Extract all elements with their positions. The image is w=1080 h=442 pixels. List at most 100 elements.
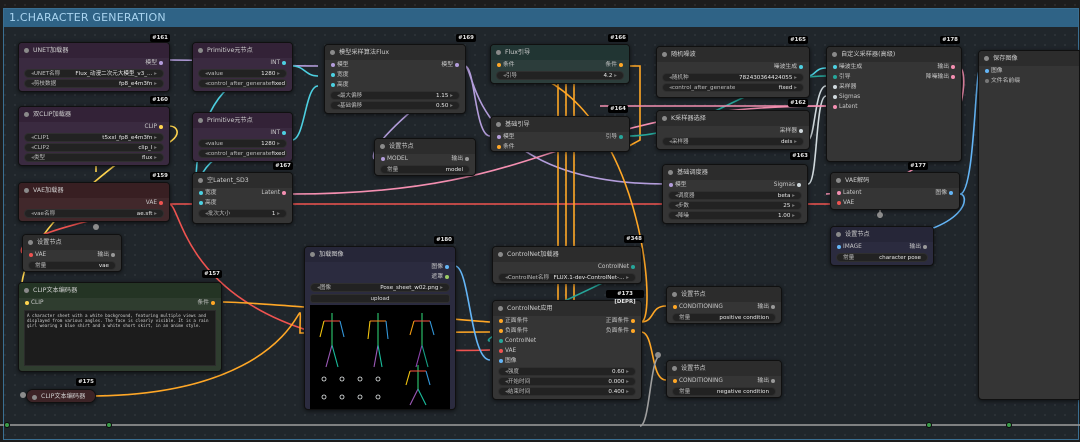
widget-weight-dtype[interactable]: 剪枝数据fp8_e4m3fn <box>24 79 164 88</box>
output-noise[interactable]: 噪波生成 <box>774 62 804 72</box>
node-title[interactable]: ControlNet加载器 <box>493 247 641 262</box>
widget-constant[interactable]: 常量 positive condition <box>672 313 776 322</box>
node-title[interactable]: CLIP文本编码器 <box>19 283 221 298</box>
output-conditioning[interactable]: 条件 <box>605 60 623 70</box>
output-latent[interactable]: Latent <box>261 188 286 198</box>
reroute-green-dot[interactable] <box>926 422 932 428</box>
node-title[interactable]: 设置节点 <box>375 139 475 154</box>
node-title[interactable]: 基础调度器 <box>663 165 807 180</box>
node-title[interactable]: 设置节点 <box>667 361 781 376</box>
widget-sampler-name[interactable]: 采样器deis <box>662 137 804 146</box>
input-width[interactable]: 宽度 <box>331 70 349 80</box>
input-images[interactable]: 图像 <box>985 66 1003 76</box>
input-conditioning[interactable]: CONDITIONING <box>673 376 723 386</box>
node-basic-guider[interactable]: 基础引导 模型 引导 条件 <box>490 116 630 152</box>
node-set-model[interactable]: 设置节点 MODEL 输出 常量 model <box>374 138 476 176</box>
reroute-green-dot[interactable] <box>4 422 10 428</box>
widget-control-after-generate[interactable]: control_after_generatefixed <box>198 149 287 158</box>
node-title[interactable]: 设置节点 <box>23 235 121 250</box>
node-empty-latent-sd3[interactable]: 空Latent_SD3 宽度 Latent 高度 批次大小1 <box>192 172 293 224</box>
widget-noise-seed[interactable]: 随机种782430364424055 <box>662 73 804 82</box>
widget-controlnet-name[interactable]: ControlNet名称FLUX.1-dev-ControlNet-... <box>498 273 636 282</box>
widget-guidance[interactable]: 引导4.2 <box>496 71 624 80</box>
input-vae[interactable]: VAE <box>29 250 46 260</box>
output-sigmas[interactable]: Sigmas <box>774 180 802 190</box>
node-vae-loader[interactable]: VAE加载器 VAE vae名称ae.sft <box>18 182 170 222</box>
node-title[interactable]: Flux引导 <box>491 45 629 60</box>
widget-denoise[interactable]: 降噪1.00 <box>668 211 802 220</box>
node-title[interactable]: K采样器选择 <box>657 111 809 126</box>
input-sigmas[interactable]: Sigmas <box>833 92 860 102</box>
output[interactable]: 输出 <box>451 154 469 164</box>
node-title[interactable]: CLIP文本编码器 <box>27 390 95 402</box>
output-denoised[interactable]: 降噪输出 <box>926 72 956 82</box>
node-title[interactable]: VAE解码 <box>831 173 959 188</box>
output-controlnet[interactable]: ControlNet <box>598 262 636 272</box>
node-title[interactable]: 设置节点 <box>667 287 781 302</box>
output-model[interactable]: 模型 <box>441 60 459 70</box>
reroute-dot[interactable] <box>877 212 883 218</box>
input-sampler[interactable]: 采样器 <box>833 82 856 92</box>
node-model-sampling-flux[interactable]: 模型采样算法Flux 模型 模型 宽度 高度 最大偏移1.15 基础偏移0.50 <box>324 44 466 114</box>
input-latent[interactable]: Latent <box>837 188 862 198</box>
output-guider[interactable]: 引导 <box>605 132 623 142</box>
input-guider[interactable]: 引导 <box>833 72 851 82</box>
widget-strength[interactable]: 强度0.60 <box>498 367 636 376</box>
reroute-dot[interactable] <box>20 392 26 398</box>
output-mask[interactable]: 遮罩 <box>431 272 449 282</box>
input-width[interactable]: 宽度 <box>199 188 217 198</box>
node-title[interactable]: 双CLIP加载器 <box>19 107 169 122</box>
widget-end-percent[interactable]: 结束时间0.400 <box>498 387 636 396</box>
node-title[interactable]: Primitive元节点 <box>193 43 292 58</box>
node-set-image[interactable]: 设置节点 IMAGE 输出 常量 character pose <box>830 226 934 266</box>
input-controlnet[interactable]: ControlNet <box>499 336 536 346</box>
output-int[interactable]: INT <box>270 128 286 138</box>
node-title[interactable]: 模型采样算法Flux <box>325 45 465 60</box>
input-model[interactable]: 模型 <box>497 132 515 142</box>
node-title[interactable]: 自定义采样器(高级) <box>827 47 961 62</box>
output-latent[interactable]: 输出 <box>937 62 955 72</box>
output-image[interactable]: 图像 <box>935 188 953 198</box>
widget-clip1[interactable]: CLIP1t5xxl_fp8_e4m3fn <box>24 133 164 142</box>
widget-steps[interactable]: 步数25 <box>668 201 802 210</box>
widget-control-after-generate[interactable]: control_after_generatefixed <box>662 83 804 92</box>
widget-clip2[interactable]: CLIP2clip_l <box>24 143 164 152</box>
widget-value[interactable]: value1280 <box>198 139 287 148</box>
input-negative[interactable]: 负面条件 <box>499 326 528 336</box>
input-conditioning[interactable]: CONDITIONING <box>673 302 723 312</box>
output-clip[interactable]: CLIP <box>145 122 164 132</box>
node-title[interactable]: 基础引导 <box>491 117 629 132</box>
node-set-vae[interactable]: 设置节点 VAE 输出 常量 vae <box>22 234 122 272</box>
node-unet-loader[interactable]: UNET加载器 模型 UNET名称Flux_动漫二次元大模型_v3_... 剪枝… <box>18 42 170 92</box>
node-title[interactable]: Primitive元节点 <box>193 113 292 128</box>
output[interactable]: 输出 <box>757 302 775 312</box>
input-clip[interactable]: CLIP <box>25 298 43 308</box>
input-conditioning[interactable]: 条件 <box>497 60 515 70</box>
node-basic-scheduler[interactable]: 基础调度器 模型 Sigmas 调度器beta 步数25 降噪1.00 <box>662 164 808 224</box>
widget-vae-name[interactable]: vae名称ae.sft <box>24 209 164 218</box>
node-title[interactable]: 保存图像 <box>979 51 1079 66</box>
widget-constant[interactable]: 常量 character pose <box>836 253 928 262</box>
node-primitive-height[interactable]: Primitive元节点 INT value1280 control_after… <box>192 112 293 162</box>
reroute-green-dot[interactable] <box>106 422 112 428</box>
widget-clip-type[interactable]: 类型flux <box>24 153 164 162</box>
node-save-image[interactable]: 保存图像 图像 文件名前缀 <box>978 50 1080 400</box>
node-title[interactable]: 设置节点 <box>831 227 933 242</box>
output[interactable]: 输出 <box>909 242 927 252</box>
widget-constant[interactable]: 常量 vae <box>28 261 116 270</box>
upload-button[interactable]: upload <box>310 294 450 303</box>
node-primitive-width[interactable]: Primitive元节点 INT value1280 control_after… <box>192 42 293 92</box>
node-title[interactable]: UNET加载器 <box>19 43 169 58</box>
widget-image-file[interactable]: 图像Pose_sheet_w02.png <box>310 283 450 292</box>
output[interactable]: 输出 <box>97 250 115 260</box>
filename-prefix[interactable]: 文件名前缀 <box>985 76 1020 86</box>
widget-max-shift[interactable]: 最大偏移1.15 <box>330 91 460 100</box>
input-conditioning[interactable]: 条件 <box>497 142 515 151</box>
reroute-dot[interactable] <box>93 224 99 230</box>
output-sampler[interactable]: 采样器 <box>780 126 804 136</box>
input-noise[interactable]: 噪波生成 <box>833 62 862 72</box>
node-title[interactable]: 空Latent_SD3 <box>193 173 292 188</box>
output-negative[interactable]: 负面条件 <box>606 326 636 336</box>
input-vae[interactable]: VAE <box>499 346 516 356</box>
node-random-noise[interactable]: 随机噪波 噪波生成 随机种782430364424055 control_aft… <box>656 46 810 98</box>
